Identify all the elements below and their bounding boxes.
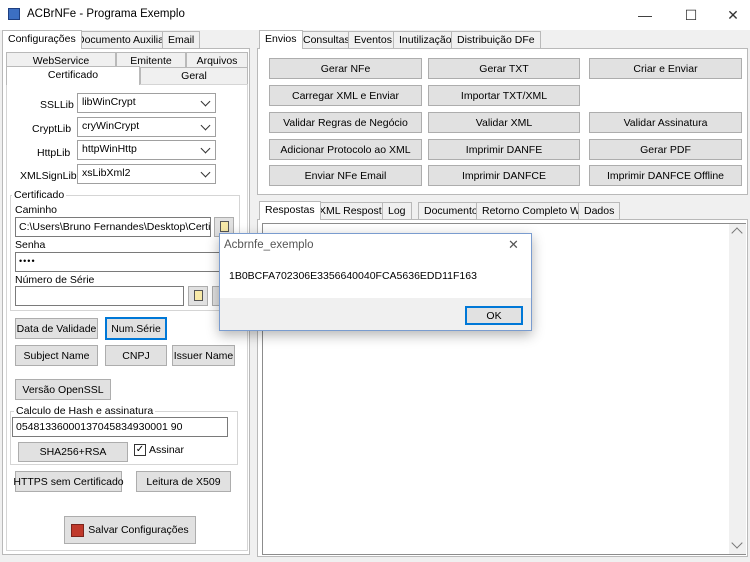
- adicionar-protocolo-button[interactable]: Adicionar Protocolo ao XML: [269, 139, 422, 160]
- imprimir-danfe-button[interactable]: Imprimir DANFE: [428, 139, 580, 160]
- file-icon: [194, 290, 203, 301]
- scroll-up-icon[interactable]: [731, 227, 743, 239]
- numero-serie-label: Número de Série: [15, 274, 95, 286]
- tab-eventos[interactable]: Eventos: [348, 31, 398, 49]
- window-title: ACBrNFe - Programa Exemplo: [27, 8, 185, 20]
- assinar-label: Assinar: [149, 444, 185, 456]
- gerar-nfe-button[interactable]: Gerar NFe: [269, 58, 422, 79]
- file-icon: [220, 221, 229, 232]
- subject-name-button[interactable]: Subject Name: [15, 345, 98, 366]
- tab-configuracoes[interactable]: Configurações: [2, 30, 82, 49]
- ssllib-value: libWinCrypt: [82, 96, 136, 108]
- tab-email[interactable]: Email: [162, 31, 201, 49]
- tab-retorno-completo-ws[interactable]: Retorno Completo WS: [476, 202, 594, 220]
- maximize-button[interactable]: ☐: [668, 0, 714, 30]
- tab-geral[interactable]: Geral: [140, 67, 248, 85]
- imprimir-danfce-offline-button[interactable]: Imprimir DANFCE Offline: [589, 165, 742, 186]
- senha-input[interactable]: ••••: [15, 252, 237, 272]
- chevron-down-icon: [200, 120, 211, 131]
- senha-label: Senha: [15, 239, 46, 251]
- respostas-scrollbar[interactable]: [729, 224, 746, 554]
- dialog-title: Acbrnfe_exemplo: [224, 239, 314, 251]
- leitura-x509-button[interactable]: Leitura de X509: [136, 471, 231, 492]
- ssllib-label: SSLLib: [40, 99, 74, 111]
- httplib-combo[interactable]: httpWinHttp: [77, 140, 216, 160]
- carregar-xml-enviar-button[interactable]: Carregar XML e Enviar: [269, 85, 422, 106]
- tab-log[interactable]: Log: [382, 202, 412, 220]
- httplib-value: httpWinHttp: [82, 143, 137, 155]
- chevron-down-icon: [200, 96, 211, 107]
- sha256-rsa-button[interactable]: SHA256+RSA: [18, 442, 128, 462]
- tab-certificado[interactable]: Certificado: [6, 66, 140, 85]
- caminho-input[interactable]: C:\Users\Bruno Fernandes\Desktop\Certifi…: [15, 217, 211, 237]
- tab-documento[interactable]: Documento: [418, 202, 484, 220]
- tab-envios[interactable]: Envios: [259, 30, 303, 49]
- message-dialog: Acbrnfe_exemplo ✕ 1B0BCFA702306E33566400…: [219, 233, 532, 331]
- xmlsignlib-combo[interactable]: xsLibXml2: [77, 164, 216, 184]
- minimize-button[interactable]: —: [622, 0, 668, 30]
- validar-xml-button[interactable]: Validar XML: [428, 112, 580, 133]
- numero-serie-input[interactable]: [15, 286, 184, 306]
- salvar-label: Salvar Configurações: [88, 524, 189, 536]
- cnpj-button[interactable]: CNPJ: [105, 345, 167, 366]
- caminho-label: Caminho: [15, 204, 58, 216]
- close-button[interactable]: ✕: [710, 0, 750, 30]
- dialog-close-button[interactable]: ✕: [508, 237, 519, 253]
- chevron-down-icon: [200, 143, 211, 154]
- tab-inutilizacao[interactable]: Inutilização: [393, 31, 458, 49]
- tab-respostas[interactable]: Respostas: [259, 201, 321, 220]
- data-validade-button[interactable]: Data de Validade: [15, 318, 98, 339]
- select-serie-button[interactable]: [188, 286, 208, 306]
- tab-documento-auxiliar[interactable]: Documento Auxiliar: [71, 31, 174, 49]
- gerar-pdf-button[interactable]: Gerar PDF: [589, 139, 742, 160]
- ssllib-combo[interactable]: libWinCrypt: [77, 93, 216, 113]
- cryptlib-label: CryptLib: [32, 123, 72, 135]
- versao-openssl-button[interactable]: Versão OpenSSL: [15, 379, 111, 400]
- hash-group-title: Calculo de Hash e assinatura: [14, 405, 156, 417]
- validar-regras-button[interactable]: Validar Regras de Negócio: [269, 112, 422, 133]
- httplib-label: HttpLib: [37, 147, 71, 159]
- gerar-txt-button[interactable]: Gerar TXT: [428, 58, 580, 79]
- title-bar: ACBrNFe - Programa Exemplo — ☐ ✕: [0, 0, 750, 30]
- xmlsignlib-label: XMLSignLib: [20, 170, 77, 182]
- cryptlib-combo[interactable]: cryWinCrypt: [77, 117, 216, 137]
- imprimir-danfce-button[interactable]: Imprimir DANFCE: [428, 165, 580, 186]
- enviar-nfe-email-button[interactable]: Enviar NFe Email: [269, 165, 422, 186]
- salvar-configuracoes-button[interactable]: Salvar Configurações: [64, 516, 196, 544]
- assinar-checkbox[interactable]: ✓: [134, 444, 146, 456]
- hash-input[interactable]: 05481336000137045834930001 90: [12, 417, 228, 437]
- num-serie-button[interactable]: Num.Série: [105, 317, 167, 340]
- tab-distribuicao-dfe[interactable]: Distribuição DFe: [451, 31, 541, 49]
- cryptlib-value: cryWinCrypt: [82, 120, 140, 132]
- certificado-group-title: Certificado: [12, 189, 67, 201]
- scroll-down-icon[interactable]: [731, 537, 743, 549]
- validar-assinatura-button[interactable]: Validar Assinatura: [589, 112, 742, 133]
- chevron-down-icon: [200, 167, 211, 178]
- save-icon: [71, 523, 85, 537]
- dialog-footer: OK: [220, 298, 531, 330]
- https-sem-certificado-button[interactable]: HTTPS sem Certificado: [13, 471, 124, 492]
- importar-txt-xml-button[interactable]: Importar TXT/XML: [428, 85, 580, 106]
- app-icon: [8, 8, 20, 20]
- issuer-name-button[interactable]: Issuer Name: [172, 345, 235, 366]
- tab-dados[interactable]: Dados: [578, 202, 621, 220]
- tab-consultas[interactable]: Consultas: [297, 31, 356, 49]
- criar-enviar-button[interactable]: Criar e Enviar: [589, 58, 742, 79]
- dialog-message: 1B0BCFA702306E3356640040FCA5636EDD11F163: [229, 270, 477, 282]
- xmlsignlib-value: xsLibXml2: [82, 167, 131, 179]
- dialog-ok-button[interactable]: OK: [465, 306, 523, 325]
